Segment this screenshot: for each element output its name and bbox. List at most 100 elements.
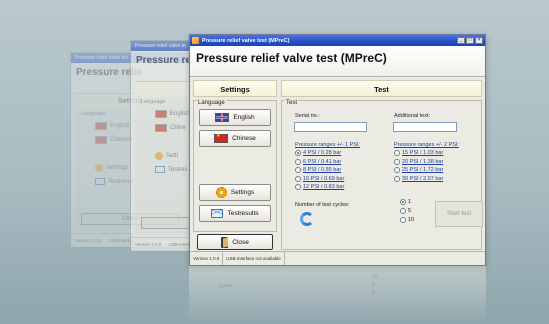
settings-label: Settings xyxy=(230,189,255,196)
range2-option[interactable]: 20 PSI / 1.38 bar xyxy=(394,158,444,165)
chinese-button[interactable]: Chinese xyxy=(199,130,271,147)
range2-option[interactable]: 25 PSI / 1.72 bar xyxy=(394,167,443,173)
serial-input[interactable] xyxy=(294,122,367,132)
ghost-chinese-label: Chinese xyxy=(110,137,133,143)
minimize-button[interactable]: _ xyxy=(457,37,465,44)
uk-flag-icon xyxy=(215,113,230,122)
range2-option-label: 20 PSI / 1.38 bar xyxy=(402,158,444,165)
test-heading: Test xyxy=(281,80,482,97)
english-button[interactable]: English xyxy=(199,109,271,126)
radio-button[interactable] xyxy=(394,150,400,156)
ghost-version: Version 1.0.0 xyxy=(75,238,102,243)
test-panel: Test Test Serial no.: Additional text: P… xyxy=(281,80,483,250)
range1-option[interactable]: 10 PSI / 0.69 bar xyxy=(295,175,345,182)
uk-flag-icon xyxy=(95,122,107,130)
range1-option-label: 8 PSI / 0.55 bar xyxy=(303,167,342,173)
ghost-english-label: English xyxy=(170,111,190,117)
page-title: Pressure relief valve test (MPreC) xyxy=(196,51,387,65)
testresults-button[interactable]: Testresults xyxy=(199,205,271,222)
range2-option-label: 25 PSI / 1.72 bar xyxy=(402,167,444,173)
main-window: Pressure relief valve test (MPreC) _ □ ×… xyxy=(189,34,486,266)
range1-option-label: 4 PSI / 0.28 bar xyxy=(303,150,342,156)
ghost-version: Version 1.0.0 xyxy=(135,242,162,247)
ghost-chinese-label: Chine xyxy=(170,125,186,131)
range2-option-label: 30 PSI / 2.07 bar xyxy=(402,175,444,182)
english-label: English xyxy=(233,114,255,121)
chinese-label: Chinese xyxy=(232,135,256,142)
test-group-label: Test xyxy=(285,100,299,106)
cycle-option[interactable]: 10 xyxy=(400,217,414,223)
gear-icon xyxy=(95,164,103,172)
range1-option-label: 12 PSI / 0.83 bar xyxy=(303,184,345,190)
title-bar[interactable]: Pressure relief valve test (MPreC) _ □ × xyxy=(190,35,485,46)
test-group: Test Serial no.: Additional text: Pressu… xyxy=(281,100,483,250)
china-flag-icon xyxy=(95,136,107,144)
ghost-settings-label: Settings xyxy=(106,165,128,171)
settings-heading: Settings xyxy=(193,80,277,97)
envelope-icon xyxy=(211,209,224,218)
range1-option-label: 10 PSI / 0.69 bar xyxy=(303,175,345,182)
close-button[interactable]: Close xyxy=(197,234,273,250)
range1-option-label: 6 PSI / 0.41 bar xyxy=(303,158,342,165)
envelope-icon xyxy=(155,166,165,173)
china-flag-icon xyxy=(214,133,229,143)
range1-option[interactable]: 6 PSI / 0.41 bar xyxy=(295,158,342,165)
additional-text-label: Additional text: xyxy=(394,113,431,119)
radio-button[interactable] xyxy=(295,150,301,156)
radio-button[interactable] xyxy=(295,158,301,165)
door-exit-icon xyxy=(221,236,229,248)
close-window-button[interactable]: × xyxy=(475,37,483,44)
serial-label: Serial no.: xyxy=(295,113,320,119)
range1-option[interactable]: 12 PSI / 0.83 bar xyxy=(295,184,344,190)
window-reflection: 10 5 1 Close xyxy=(189,266,486,324)
range2-title: Pressure ranges +/- 2 PSI: xyxy=(394,142,459,148)
status-bar: Version 1.0.0 USB-interface not availabl… xyxy=(190,251,485,265)
cycle-option[interactable]: 5 xyxy=(400,208,411,214)
language-group: Language English Chinese Settings Testre… xyxy=(193,100,277,232)
additional-text-input[interactable] xyxy=(393,122,457,132)
ghost-settings-label: Setti xyxy=(166,153,179,159)
refresh-icon xyxy=(300,212,314,226)
china-flag-icon xyxy=(155,124,167,132)
radio-button[interactable] xyxy=(295,175,301,182)
radio-button[interactable] xyxy=(400,208,406,214)
version-text: Version 1.0.0 xyxy=(190,252,224,265)
close-label: Close xyxy=(232,238,249,246)
reflection-close: Close xyxy=(219,282,232,288)
usb-status-text: USB-interface not available xyxy=(223,252,285,265)
radio-button[interactable] xyxy=(295,184,301,190)
reflection-cycle-5: 5 xyxy=(372,280,375,286)
radio-button[interactable] xyxy=(394,167,400,173)
start-test-button[interactable]: Start test xyxy=(435,201,483,227)
radio-button[interactable] xyxy=(400,199,406,205)
settings-button[interactable]: Settings xyxy=(199,184,271,201)
range1-option[interactable]: 8 PSI / 0.55 bar xyxy=(295,167,341,173)
radio-button[interactable] xyxy=(295,167,301,173)
range1-option[interactable]: 4 PSI / 0.28 bar xyxy=(295,150,341,156)
range1-title: Pressure ranges +/- 1 PSI: xyxy=(295,142,360,148)
reflection-cycle-1: 1 xyxy=(372,288,375,294)
app-icon xyxy=(192,37,199,44)
cycle-option-label: 1 xyxy=(408,199,412,205)
gear-icon xyxy=(155,152,163,160)
radio-button[interactable] xyxy=(394,158,400,165)
range2-option-label: 15 PSI / 1.03 bar xyxy=(402,150,444,156)
testresults-label: Testresults xyxy=(227,210,259,217)
window-controls: _ □ × xyxy=(457,37,483,44)
cycle-option[interactable]: 1 xyxy=(400,199,411,205)
cycle-option-label: 5 xyxy=(408,208,412,214)
gear-icon xyxy=(215,187,227,198)
ghost-english-label: English xyxy=(110,123,130,129)
settings-panel: Settings Language English Chinese Settin… xyxy=(193,80,277,250)
radio-button[interactable] xyxy=(400,217,406,223)
range2-option[interactable]: 15 PSI / 1.03 bar xyxy=(394,150,443,156)
cycle-option-label: 10 xyxy=(408,217,415,223)
app-header: Pressure relief valve test (MPreC) xyxy=(190,46,485,77)
test-cycles-label: Number of test cycles: xyxy=(295,202,350,208)
range2-option[interactable]: 30 PSI / 2.07 bar xyxy=(394,175,444,182)
maximize-button[interactable]: □ xyxy=(466,37,474,44)
language-group-label: Language xyxy=(197,100,226,106)
uk-flag-icon xyxy=(155,110,167,118)
envelope-icon xyxy=(95,178,105,185)
radio-button[interactable] xyxy=(394,175,400,182)
